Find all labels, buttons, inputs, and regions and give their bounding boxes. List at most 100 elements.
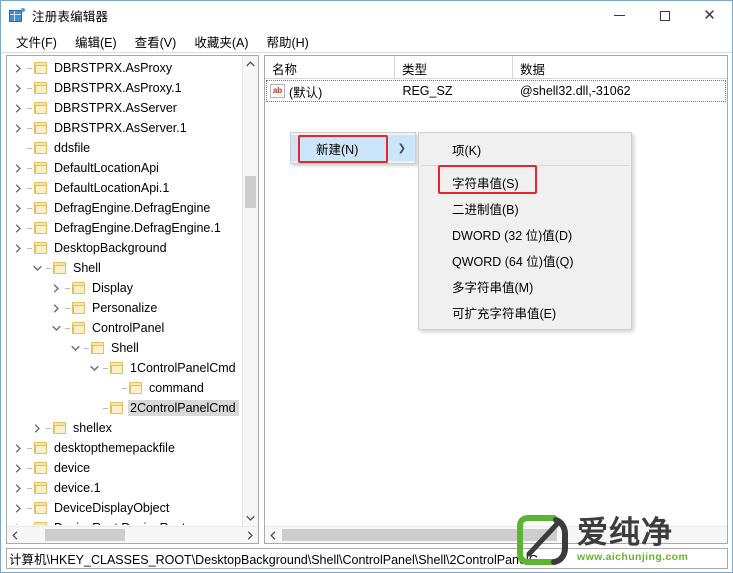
registry-editor-window: 注册表编辑器 ✕ 文件(F) 编辑(E) 查看(V) 收藏夹(A) 帮助(H) … xyxy=(0,0,733,573)
tree-item-label: ddsfile xyxy=(54,141,91,155)
tree-item-label: 2ControlPanelCmd xyxy=(128,400,239,416)
chevron-right-icon[interactable] xyxy=(10,440,26,456)
context-submenu-item-6[interactable]: 可扩充字符串值(E) xyxy=(419,299,631,325)
chevron-right-icon[interactable] xyxy=(10,180,26,196)
close-button[interactable]: ✕ xyxy=(687,1,732,30)
maximize-button[interactable] xyxy=(642,1,687,30)
folder-icon xyxy=(52,261,68,275)
table-row[interactable]: ab (默认) REG_SZ @shell32.dll,-31062 xyxy=(266,80,726,102)
column-header-type[interactable]: 类型 xyxy=(395,56,513,78)
chevron-right-icon[interactable] xyxy=(10,120,26,136)
tree-item-shell[interactable]: Shell xyxy=(7,338,243,358)
tree-item-display[interactable]: Display xyxy=(7,278,243,298)
tree-item-label: DesktopBackground xyxy=(54,241,167,255)
scroll-up-button[interactable] xyxy=(243,56,258,72)
menu-edit[interactable]: 编辑(E) xyxy=(66,30,126,53)
tree-item-defaultlocationapi[interactable]: DefaultLocationApi xyxy=(7,158,243,178)
tree-item-dbrstprx-asserver[interactable]: DBRSTPRX.AsServer xyxy=(7,98,243,118)
tree-item-shell[interactable]: Shell xyxy=(7,258,243,278)
folder-icon xyxy=(33,81,49,95)
menu-view[interactable]: 查看(V) xyxy=(126,30,186,53)
chevron-right-icon[interactable] xyxy=(10,100,26,116)
folder-icon xyxy=(33,141,49,155)
tree-connector xyxy=(26,467,33,469)
minimize-button[interactable] xyxy=(597,1,642,30)
scroll-down-button[interactable] xyxy=(243,510,258,526)
chevron-down-icon[interactable] xyxy=(29,260,45,276)
chevron-right-icon: ❯ xyxy=(397,142,406,154)
folder-icon xyxy=(71,281,87,295)
chevron-right-icon[interactable] xyxy=(48,280,64,296)
context-menu-item-new[interactable]: 新建(N) ❯ xyxy=(291,135,415,161)
context-submenu-item-4[interactable]: QWORD (64 位)值(Q) xyxy=(419,247,631,273)
tree-item-command[interactable]: command xyxy=(7,378,243,398)
chevron-right-icon[interactable] xyxy=(10,160,26,176)
tree-item-label: ControlPanel xyxy=(92,321,165,335)
tree-horizontal-scrollbar[interactable] xyxy=(7,526,258,543)
tree-item-dbrstprx-asproxy-1[interactable]: DBRSTPRX.AsProxy.1 xyxy=(7,78,243,98)
chevron-right-icon[interactable] xyxy=(10,220,26,236)
tree-item-1controlpanelcmd[interactable]: 1ControlPanelCmd xyxy=(7,358,243,378)
watermark-text: 爱纯净 www.aichunjing.com xyxy=(577,515,688,564)
tree-horizontal-scroll-thumb[interactable] xyxy=(45,529,125,541)
context-submenu-item-2[interactable]: 二进制值(B) xyxy=(419,195,631,221)
aichunjing-logo-icon xyxy=(516,514,570,566)
chevron-right-icon[interactable] xyxy=(10,520,26,525)
value-scroll-left-button[interactable] xyxy=(265,527,281,543)
folder-icon xyxy=(33,461,49,475)
tree-item-defragengine-defragengine[interactable]: DefragEngine.DefragEngine xyxy=(7,198,243,218)
tree-item-controlpanel[interactable]: ControlPanel xyxy=(7,318,243,338)
tree-item-devicedisplayobject[interactable]: DeviceDisplayObject xyxy=(7,498,243,518)
tree-item-dbrstprx-asserver-1[interactable]: DBRSTPRX.AsServer.1 xyxy=(7,118,243,138)
menu-file[interactable]: 文件(F) xyxy=(7,30,66,53)
registry-icon xyxy=(9,7,25,24)
chevron-right-icon[interactable] xyxy=(10,240,26,256)
scroll-right-button[interactable] xyxy=(242,527,258,543)
tree-vertical-scroll-thumb[interactable] xyxy=(245,176,256,208)
chevron-down-icon[interactable] xyxy=(86,360,102,376)
tree-item-2controlpanelcmd[interactable]: 2ControlPanelCmd xyxy=(7,398,243,418)
scroll-left-button[interactable] xyxy=(7,527,23,543)
folder-icon xyxy=(33,121,49,135)
menu-help[interactable]: 帮助(H) xyxy=(257,30,317,53)
tree-item-desktopthemepackfile[interactable]: desktopthemepackfile xyxy=(7,438,243,458)
tree-item-defaultlocationapi-1[interactable]: DefaultLocationApi.1 xyxy=(7,178,243,198)
value-name-cell: ab (默认) xyxy=(266,82,395,101)
tree-item-label: device.1 xyxy=(54,481,101,495)
watermark-brand: 爱纯净 xyxy=(577,515,673,551)
tree-item-defragengine-defragengine-1[interactable]: DefragEngine.DefragEngine.1 xyxy=(7,218,243,238)
column-header-name[interactable]: 名称 xyxy=(265,56,395,78)
context-submenu-item-0[interactable]: 项(K) xyxy=(419,136,631,162)
tree-item-device-1[interactable]: device.1 xyxy=(7,478,243,498)
context-submenu-item-3[interactable]: DWORD (32 位)值(D) xyxy=(419,221,631,247)
tree-item-personalize[interactable]: Personalize xyxy=(7,298,243,318)
tree-connector xyxy=(64,327,71,329)
tree-connector xyxy=(26,147,33,149)
column-header-data[interactable]: 数据 xyxy=(513,56,727,78)
chevron-right-icon[interactable] xyxy=(10,60,26,76)
tree-connector xyxy=(26,227,33,229)
tree-item-shellex[interactable]: shellex xyxy=(7,418,243,438)
tree-vertical-scrollbar[interactable] xyxy=(242,56,258,526)
tree-item-label: DBRSTPRX.AsServer.1 xyxy=(54,121,187,135)
chevron-right-icon[interactable] xyxy=(29,420,45,436)
tree-item-ddsfile[interactable]: ddsfile xyxy=(7,138,243,158)
context-submenu-item-5[interactable]: 多字符串值(M) xyxy=(419,273,631,299)
chevron-down-icon[interactable] xyxy=(67,340,83,356)
tree-connector xyxy=(26,447,33,449)
tree-item-device[interactable]: device xyxy=(7,458,243,478)
context-submenu-item-1[interactable]: 字符串值(S) xyxy=(419,169,631,195)
registry-tree[interactable]: DBRSTPRX.AsProxy DBRSTPRX.AsProxy.1 DBRSTP… xyxy=(7,58,243,525)
chevron-right-icon[interactable] xyxy=(10,460,26,476)
tree-item-dbrstprx-asproxy[interactable]: DBRSTPRX.AsProxy xyxy=(7,58,243,78)
chevron-down-icon[interactable] xyxy=(48,320,64,336)
chevron-right-icon[interactable] xyxy=(10,480,26,496)
chevron-right-icon[interactable] xyxy=(10,80,26,96)
chevron-right-icon[interactable] xyxy=(10,200,26,216)
menu-favorites[interactable]: 收藏夹(A) xyxy=(185,30,257,53)
chevron-right-icon[interactable] xyxy=(48,300,64,316)
tree-connector xyxy=(26,107,33,109)
tree-item-desktopbackground[interactable]: DesktopBackground xyxy=(7,238,243,258)
chevron-right-icon[interactable] xyxy=(10,500,26,516)
tree-item-devicerect-devicerect[interactable]: DeviceRect.DeviceRect xyxy=(7,518,243,525)
